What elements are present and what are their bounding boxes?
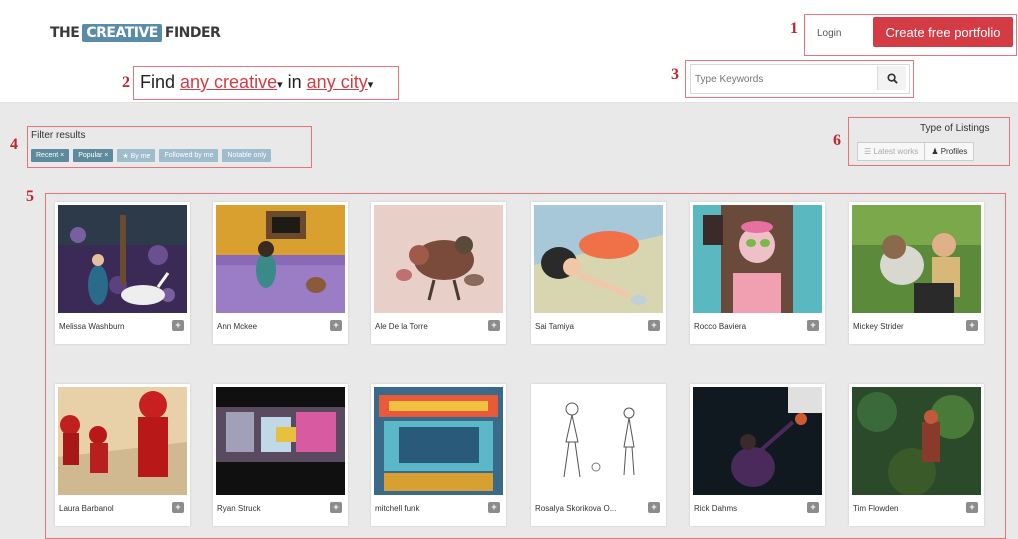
annotation-box-1 [804, 14, 1017, 56]
annotation-box-5 [45, 193, 1006, 539]
logo-text-the: THE [50, 25, 80, 41]
annotation-number-4: 4 [10, 136, 18, 153]
site-logo[interactable]: THE CREATIVE FINDER [50, 22, 221, 44]
annotation-box-4 [27, 126, 312, 168]
annotation-number-1: 1 [790, 20, 798, 37]
annotation-number-5: 5 [26, 188, 34, 205]
annotation-number-2: 2 [122, 74, 130, 91]
annotation-box-2 [133, 66, 399, 100]
annotation-number-6: 6 [833, 132, 841, 149]
logo-text-creative: CREATIVE [82, 24, 162, 42]
annotation-number-3: 3 [671, 66, 679, 83]
annotation-box-6 [848, 117, 1010, 166]
annotation-box-3 [685, 60, 914, 98]
logo-text-finder: FINDER [164, 25, 221, 41]
